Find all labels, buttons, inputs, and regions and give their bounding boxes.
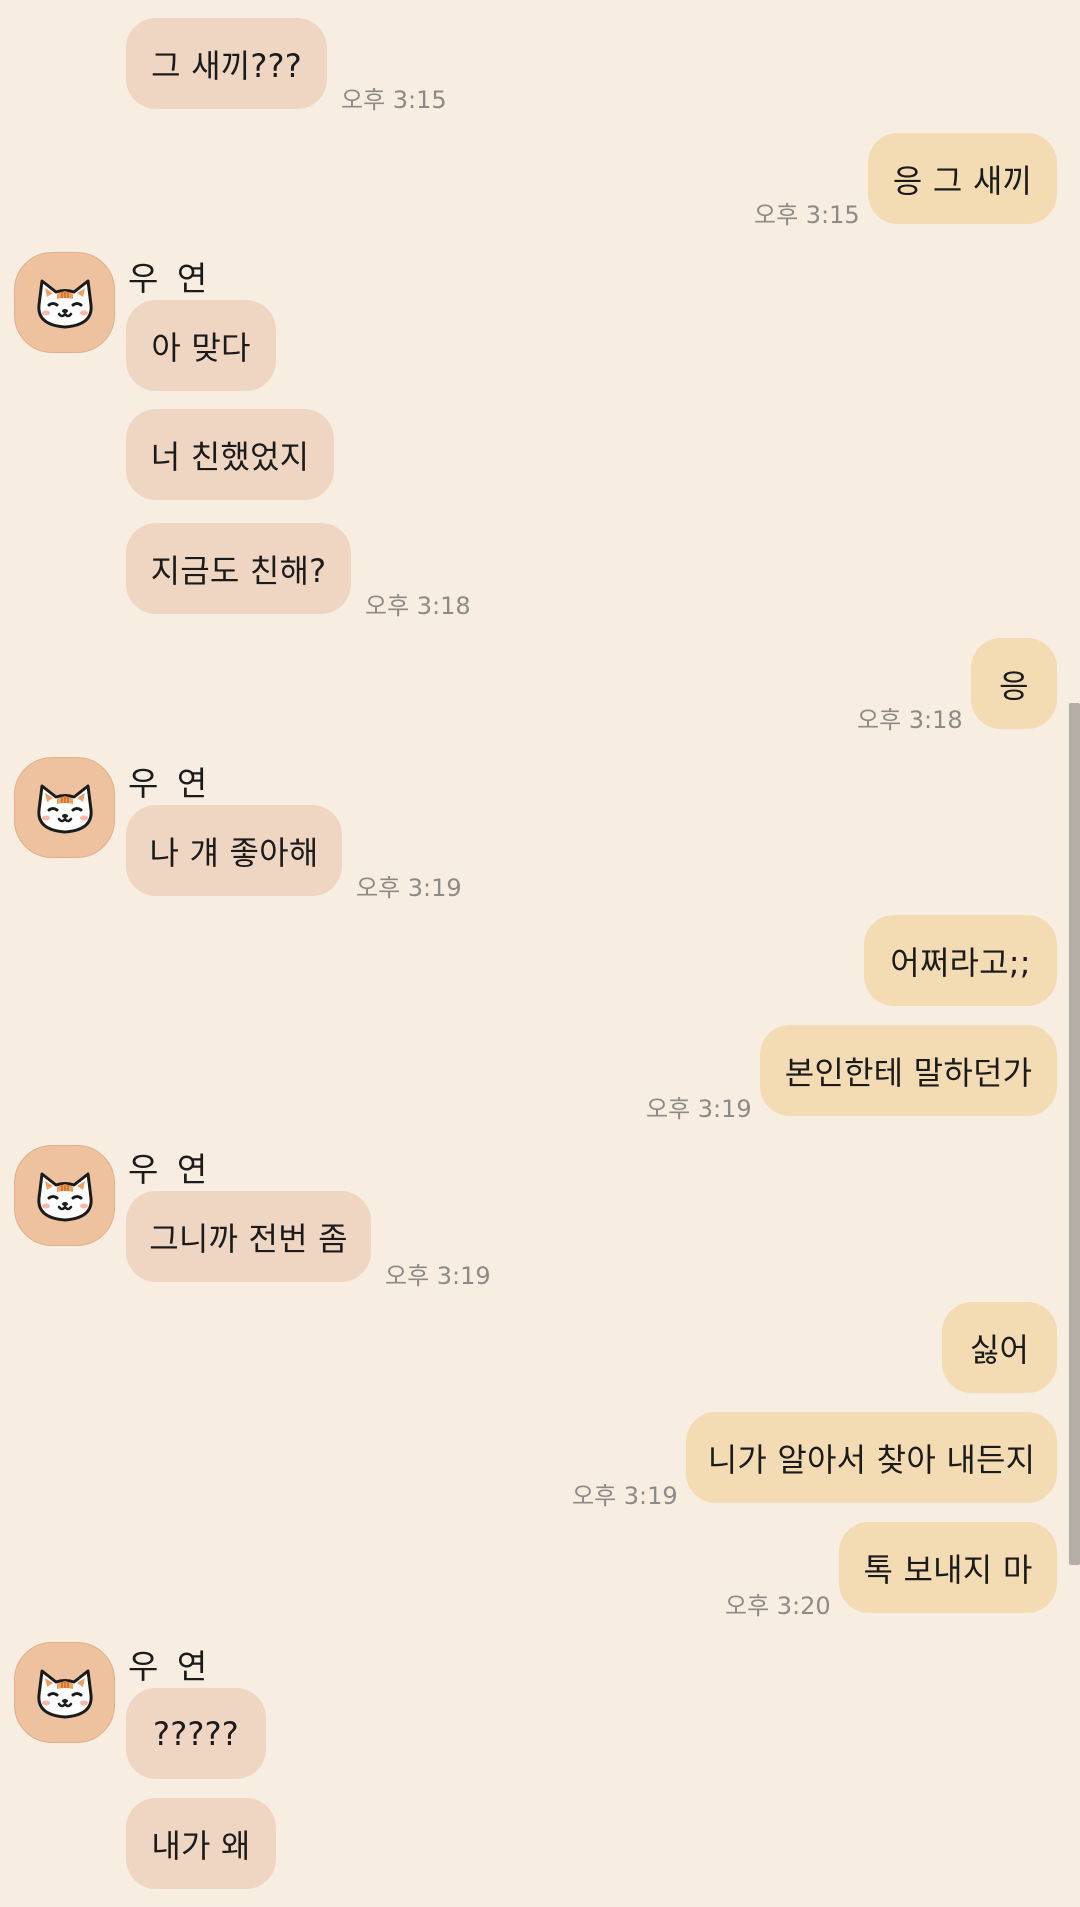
message-timestamp: 오후 3:18: [365, 592, 471, 620]
message-timestamp: 오후 3:20: [725, 1592, 831, 1620]
contact-avatar[interactable]: [14, 252, 115, 353]
message-text: 내가 왜: [151, 1826, 251, 1865]
message-timestamp: 오후 3:19: [356, 874, 462, 902]
message-text: 너 친했었지: [150, 437, 310, 476]
contact-avatar[interactable]: [14, 1145, 115, 1246]
message-text: 응: [999, 666, 1029, 705]
message-text: 어쩌라고;;: [890, 943, 1031, 982]
incoming-message-bubble[interactable]: 아 맞다: [126, 300, 276, 391]
message-timestamp: 오후 3:19: [385, 1262, 491, 1290]
outgoing-message-bubble[interactable]: 응 그 새끼: [868, 133, 1057, 224]
incoming-message-bubble[interactable]: 그 새끼???: [126, 18, 327, 109]
message-text: 지금도 친해?: [150, 551, 327, 590]
incoming-message-bubble[interactable]: 그니까 전번 좀: [126, 1191, 371, 1282]
contact-avatar[interactable]: [14, 1642, 115, 1743]
incoming-message-bubble[interactable]: 나 걔 좋아해: [126, 805, 342, 896]
orange-cat-face-icon: [37, 1669, 93, 1719]
outgoing-message-bubble[interactable]: 톡 보내지 마: [839, 1522, 1057, 1613]
incoming-message-bubble[interactable]: 내가 왜: [126, 1798, 276, 1889]
message-text: ?????: [153, 1714, 239, 1753]
sender-name: 우 연: [128, 1150, 212, 1189]
chat-message-list[interactable]: 그 새끼??? 오후 3:15 응 그 새끼 오후 3:15 우 연 아 맞다 …: [0, 0, 1080, 1907]
message-text: 본인한테 말하던가: [784, 1053, 1033, 1092]
message-timestamp: 오후 3:19: [572, 1482, 678, 1510]
incoming-message-bubble[interactable]: 너 친했었지: [126, 409, 334, 500]
contact-avatar[interactable]: [14, 757, 115, 858]
message-text: 나 걔 좋아해: [149, 833, 319, 872]
message-timestamp: 오후 3:15: [341, 86, 447, 114]
outgoing-message-bubble[interactable]: 응: [971, 638, 1057, 729]
message-text: 싫어: [969, 1330, 1030, 1369]
message-timestamp: 오후 3:15: [754, 201, 860, 229]
sender-name: 우 연: [128, 259, 212, 298]
outgoing-message-bubble[interactable]: 니가 알아서 찾아 내든지: [686, 1412, 1057, 1503]
scrollbar-thumb[interactable]: [1069, 703, 1080, 1565]
message-text: 그니까 전번 좀: [149, 1219, 348, 1258]
sender-name: 우 연: [128, 1647, 212, 1686]
message-text: 그 새끼???: [151, 46, 302, 85]
orange-cat-face-icon: [37, 279, 93, 329]
incoming-message-bubble[interactable]: ?????: [126, 1688, 266, 1779]
message-timestamp: 오후 3:19: [646, 1095, 752, 1123]
message-text: 니가 알아서 찾아 내든지: [707, 1440, 1036, 1479]
message-text: 응 그 새끼: [892, 161, 1033, 200]
message-text: 톡 보내지 마: [863, 1550, 1033, 1589]
outgoing-message-bubble[interactable]: 싫어: [942, 1302, 1057, 1393]
sender-name: 우 연: [128, 764, 212, 803]
message-text: 아 맞다: [151, 328, 251, 367]
message-timestamp: 오후 3:18: [857, 706, 963, 734]
incoming-message-bubble[interactable]: 지금도 친해?: [126, 523, 351, 614]
outgoing-message-bubble[interactable]: 본인한테 말하던가: [760, 1025, 1057, 1116]
orange-cat-face-icon: [37, 1172, 93, 1222]
outgoing-message-bubble[interactable]: 어쩌라고;;: [864, 915, 1057, 1006]
orange-cat-face-icon: [37, 784, 93, 834]
